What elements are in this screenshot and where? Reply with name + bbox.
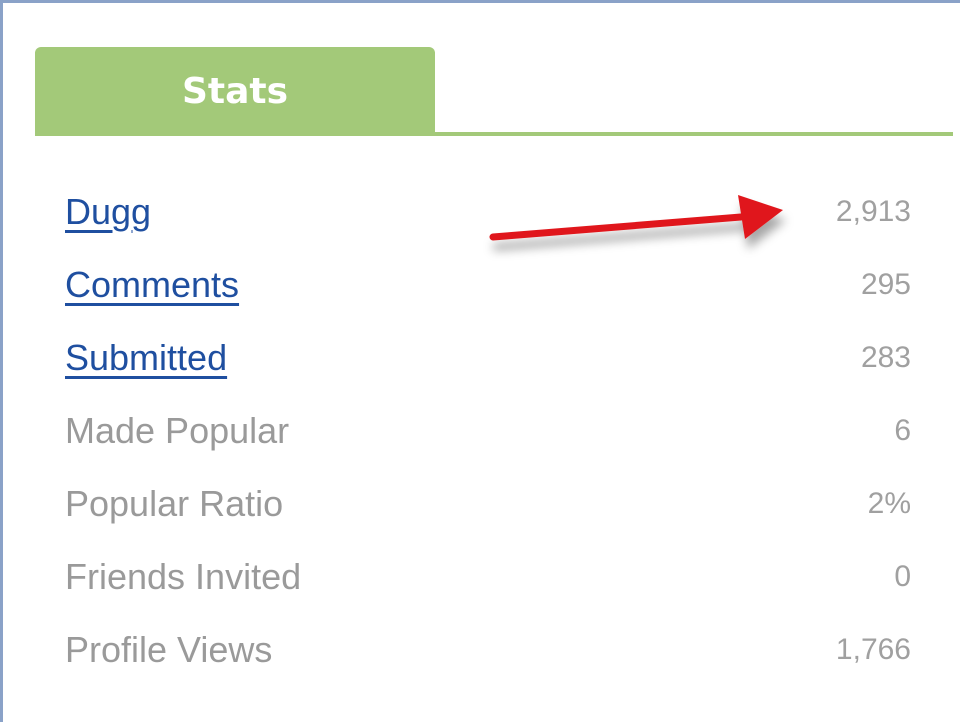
red-arrow-icon [489,195,783,241]
stat-row-friends-invited: Friends Invited 0 [65,540,911,613]
tab-stats[interactable]: Stats [35,47,435,135]
stat-row-submitted: Submitted 283 [65,321,911,394]
tab-underline [35,132,953,136]
comments-link[interactable]: Comments [65,264,239,306]
submitted-link[interactable]: Submitted [65,337,227,379]
made-popular-count: 6 [894,413,911,447]
comments-count: 295 [860,267,911,301]
stat-row-made-popular: Made Popular 6 [65,394,911,467]
profile-views-count: 1,766 [835,632,911,666]
stat-row-profile-views: Profile Views 1,766 [65,613,911,686]
dugg-link[interactable]: Dugg [65,191,151,233]
stat-row-popular-ratio: Popular Ratio 2% [65,467,911,540]
made-popular-label: Made Popular [65,409,290,451]
profile-views-label: Profile Views [65,628,273,670]
stats-panel: Stats Dugg 2,913 Comments 295 Submitted … [0,0,960,722]
tab-stats-label: Stats [181,70,289,112]
popular-ratio-label: Popular Ratio [65,482,284,524]
friends-invited-label: Friends Invited [65,555,302,597]
submitted-count: 283 [860,340,911,374]
popular-ratio-value: 2% [867,486,911,520]
dugg-count: 2,913 [835,194,911,228]
friends-invited-count: 0 [894,559,911,593]
